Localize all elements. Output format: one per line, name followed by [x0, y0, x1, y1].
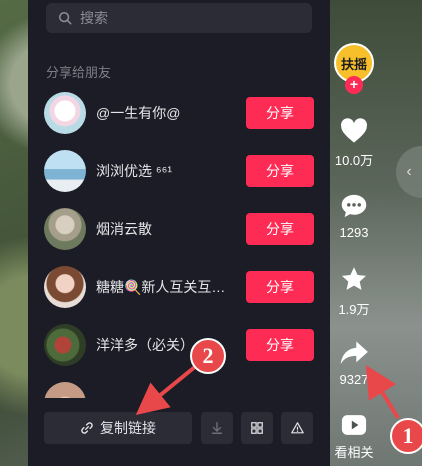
friend-row: 浏浏优选 ⁶⁶¹ 分享 [44, 149, 314, 193]
qr-code-button[interactable] [241, 412, 273, 444]
search-box[interactable] [46, 3, 312, 33]
avatar [44, 92, 86, 134]
share-button[interactable]: 分享 [246, 97, 314, 129]
annotation-badge-2: 2 [190, 338, 226, 374]
share-button[interactable]: 分享 [246, 155, 314, 187]
like-count: 10.0万 [334, 153, 374, 168]
copy-link-button[interactable]: 复制链接 [44, 412, 192, 444]
friend-name: 糖糖🍭新人互关互… [96, 279, 226, 295]
friend-row: 糖糖🍭新人互关互… 分享 [44, 265, 314, 309]
follow-plus-button[interactable]: + [345, 76, 363, 94]
share-action[interactable]: 9327 [324, 340, 384, 387]
avatar [44, 150, 86, 192]
avatar [44, 324, 86, 366]
download-icon [211, 422, 223, 434]
chevron-left-icon: ‹ [406, 163, 412, 180]
annotation-badge-1: 1 [390, 418, 422, 454]
like-action[interactable]: 10.0万 [324, 118, 384, 169]
share-button[interactable]: 分享 [246, 329, 314, 361]
search-input[interactable] [80, 10, 280, 26]
comment-action[interactable]: 1293 [324, 193, 384, 240]
qr-code-icon [251, 422, 263, 434]
download-button[interactable] [201, 412, 233, 444]
share-button[interactable]: 分享 [246, 271, 314, 303]
friend-name: @一生有你@ [96, 105, 181, 121]
star-icon [341, 267, 367, 290]
favorite-action[interactable]: 1.9万 [324, 266, 384, 318]
related-label: 看相关 [334, 445, 374, 460]
warning-icon [290, 422, 304, 434]
friend-name: 烟消云散 [96, 221, 152, 237]
friend-row: 洋洋多（必关） 分享 [44, 323, 314, 367]
avatar [44, 266, 86, 308]
search-icon [58, 11, 72, 25]
report-button[interactable] [281, 412, 313, 444]
copy-link-label: 复制链接 [100, 420, 156, 436]
related-action[interactable]: 看相关 [324, 414, 384, 461]
favorite-count: 1.9万 [338, 302, 370, 317]
section-title: 分享给朋友 [46, 65, 112, 80]
play-icon [341, 415, 367, 435]
friend-row: 烟消云散 分享 [44, 207, 314, 251]
share-count: 9327 [339, 372, 369, 387]
share-button[interactable]: 分享 [246, 213, 314, 245]
link-icon [81, 422, 93, 434]
share-bottom-bar: 复制链接 [28, 398, 330, 466]
friend-name: 浏浏优选 ⁶⁶¹ [96, 163, 173, 179]
comment-icon [341, 194, 367, 218]
share-panel: 分享给朋友 @一生有你@ 分享 浏浏优选 ⁶⁶¹ 分享 烟消云散 分享 糖糖🍭新… [28, 0, 330, 466]
avatar [44, 208, 86, 250]
share-arrow-icon [340, 341, 368, 364]
comment-count: 1293 [339, 225, 369, 240]
heart-icon [341, 118, 367, 143]
friend-row: @一生有你@ 分享 [44, 91, 314, 135]
